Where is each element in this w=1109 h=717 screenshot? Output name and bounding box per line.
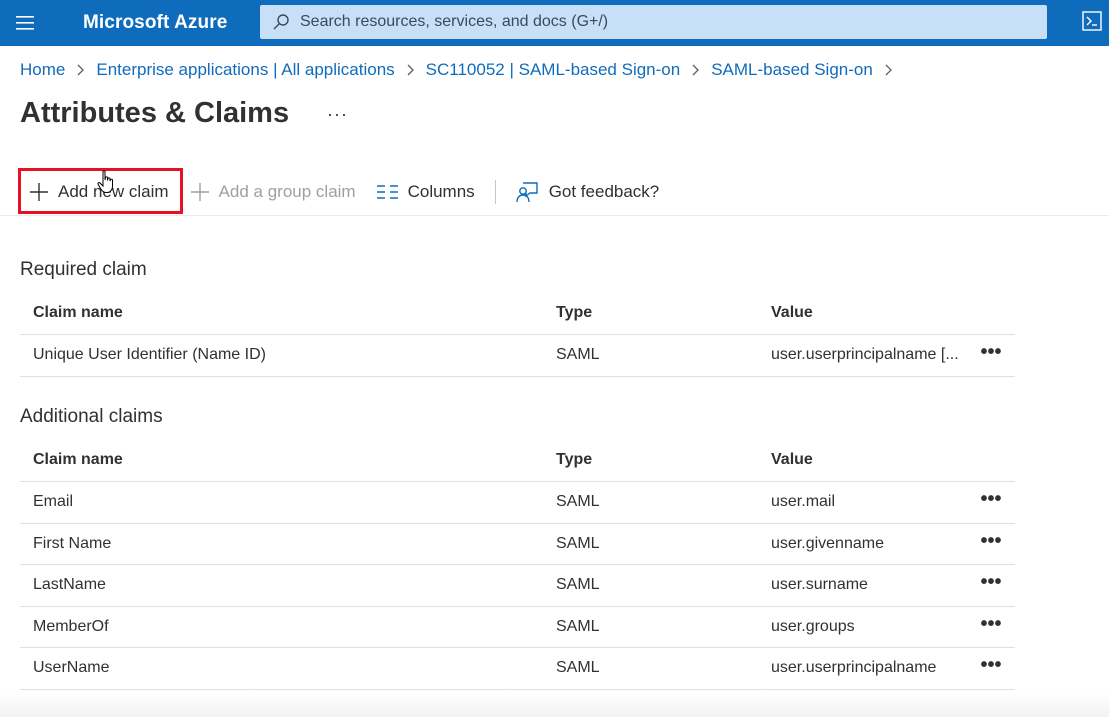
claim-type-cell: SAML [556, 617, 600, 635]
claim-name-cell: LastName [33, 576, 106, 594]
add-new-claim-button[interactable]: Add new claim [20, 169, 169, 215]
required-claim-heading: Required claim [20, 259, 147, 280]
breadcrumb-app-sso[interactable]: SC110052 | SAML-based Sign-on [426, 60, 681, 80]
cloud-shell-button[interactable] [1075, 0, 1109, 46]
table-header-row: Claim name Type Value [20, 439, 1015, 482]
search-input[interactable] [300, 13, 1000, 31]
claim-type-cell: SAML [556, 534, 600, 552]
plus-icon [190, 182, 210, 202]
portal-menu-button[interactable] [0, 0, 50, 46]
more-icon: ••• [980, 341, 1002, 364]
additional-claims-table: Claim name Type Value Email SAML user.ma… [20, 439, 1015, 690]
claim-name-cell: Unique User Identifier (Name ID) [33, 346, 266, 364]
columns-icon [376, 185, 399, 199]
top-nav-bar: Microsoft Azure [0, 0, 1109, 46]
feedback-label: Got feedback? [548, 182, 660, 201]
claim-type-cell: SAML [556, 493, 600, 511]
table-row[interactable]: LastName SAML user.surname ••• [20, 565, 1015, 607]
claim-value-cell: user.givenname [771, 534, 884, 552]
breadcrumb-saml-sso[interactable]: SAML-based Sign-on [711, 60, 873, 80]
column-header-type[interactable]: Type [556, 451, 592, 469]
table-header-row: Claim name Type Value [20, 292, 1015, 335]
feedback-button[interactable]: Got feedback? [515, 169, 660, 215]
chevron-right-icon [76, 63, 85, 77]
row-more-options-button[interactable]: ••• [978, 571, 1004, 595]
columns-button[interactable]: Columns [376, 169, 475, 215]
hamburger-icon [16, 16, 34, 30]
table-row[interactable]: Unique User Identifier (Name ID) SAML us… [20, 335, 1015, 377]
table-row[interactable]: First Name SAML user.givenname ••• [20, 524, 1015, 565]
claim-name-cell: UserName [33, 659, 110, 677]
more-icon: ••• [980, 571, 1002, 594]
claim-value-cell: user.userprincipalname [771, 659, 937, 677]
claim-name-cell: First Name [33, 534, 112, 552]
column-header-value[interactable]: Value [771, 304, 813, 322]
feedback-icon [515, 181, 540, 203]
toolbar-divider [494, 180, 496, 204]
plus-icon [29, 182, 49, 202]
breadcrumb: Home Enterprise applications | All appli… [20, 60, 904, 80]
more-icon: ••• [980, 612, 1002, 635]
cloud-shell-icon [1082, 10, 1102, 36]
portal-brand[interactable]: Microsoft Azure [83, 12, 227, 34]
chevron-right-icon [406, 63, 415, 77]
claim-type-cell: SAML [556, 659, 600, 677]
row-more-options-button[interactable]: ••• [978, 341, 1004, 365]
claim-value-cell: user.userprincipalname [... [771, 346, 959, 364]
row-more-options-button[interactable]: ••• [978, 529, 1004, 554]
add-group-claim-button[interactable]: Add a group claim [190, 169, 356, 215]
additional-claims-heading: Additional claims [20, 406, 163, 427]
chevron-right-icon [691, 63, 700, 77]
add-new-claim-label: Add new claim [58, 182, 169, 201]
table-row[interactable]: MemberOf SAML user.groups ••• [20, 607, 1015, 648]
table-row[interactable]: Email SAML user.mail ••• [20, 482, 1015, 524]
claim-type-cell: SAML [556, 576, 600, 594]
claim-value-cell: user.mail [771, 493, 836, 511]
page-title: Attributes & Claims [20, 97, 290, 129]
more-icon: ••• [980, 529, 1002, 552]
more-icon: ••• [980, 654, 1002, 677]
breadcrumb-home[interactable]: Home [20, 60, 65, 80]
global-search-box[interactable] [260, 5, 1047, 39]
more-icon: ••• [980, 488, 1002, 511]
claim-name-cell: Email [33, 493, 74, 511]
column-header-claim-name[interactable]: Claim name [33, 451, 123, 469]
row-more-options-button[interactable]: ••• [978, 488, 1004, 512]
bottom-edge [0, 693, 1109, 717]
page-more-options-button[interactable]: ··· [327, 104, 348, 125]
command-bar: Add new claim Add a group claim Columns … [20, 169, 659, 215]
claim-name-cell: MemberOf [33, 617, 109, 635]
claim-value-cell: user.surname [771, 576, 868, 594]
columns-label: Columns [407, 182, 475, 201]
column-header-type[interactable]: Type [556, 304, 592, 322]
claim-value-cell: user.groups [771, 617, 855, 635]
breadcrumb-enterprise-applications[interactable]: Enterprise applications | All applicatio… [96, 60, 394, 80]
command-bar-divider [0, 215, 1109, 216]
column-header-value[interactable]: Value [771, 451, 813, 469]
row-more-options-button[interactable]: ••• [978, 654, 1004, 678]
column-header-claim-name[interactable]: Claim name [33, 304, 123, 322]
add-group-claim-label: Add a group claim [218, 182, 356, 201]
row-more-options-button[interactable]: ••• [978, 612, 1004, 637]
search-icon [272, 13, 290, 31]
required-claims-table: Claim name Type Value Unique User Identi… [20, 292, 1015, 377]
table-row[interactable]: UserName SAML user.userprincipalname ••• [20, 648, 1015, 690]
chevron-right-icon [884, 63, 893, 77]
claim-type-cell: SAML [556, 346, 600, 364]
